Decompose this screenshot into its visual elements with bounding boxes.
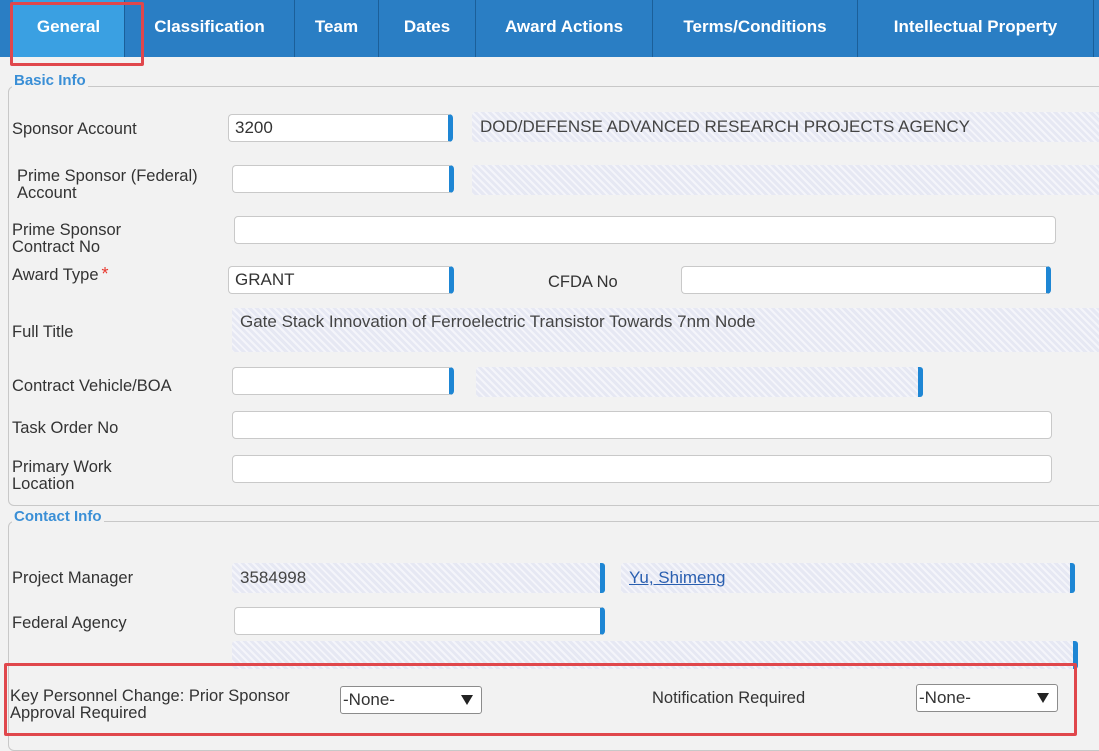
task-order-label: Task Order No	[12, 419, 119, 437]
tab-classification[interactable]: Classification	[125, 0, 295, 57]
contact-info-legend: Contact Info	[12, 508, 104, 525]
project-manager-id: 3584998	[232, 563, 605, 593]
project-manager-name: Yu, Shimeng	[621, 563, 1075, 593]
federal-agency-input[interactable]	[234, 607, 605, 635]
award-type-input[interactable]: GRANT	[228, 266, 454, 294]
contract-vehicle-input[interactable]	[232, 367, 454, 395]
award-type-label: Award Type *	[12, 264, 109, 284]
federal-agency-label: Federal Agency	[12, 614, 127, 632]
prime-sponsor-account-input[interactable]	[232, 165, 454, 193]
tab-dates[interactable]: Dates	[379, 0, 476, 57]
contract-vehicle-name	[476, 367, 923, 397]
key-personnel-label: Key Personnel Change: Prior Sponsor Appr…	[10, 687, 290, 722]
tab-terms-conditions[interactable]: Terms/Conditions	[653, 0, 858, 57]
chevron-down-icon	[461, 695, 473, 705]
notification-required-label: Notification Required	[652, 689, 806, 707]
project-manager-link[interactable]: Yu, Shimeng	[629, 568, 725, 588]
tab-intellectual-property[interactable]: Intellectual Property	[858, 0, 1094, 57]
sponsor-account-name: DOD/DEFENSE ADVANCED RESEARCH PROJECTS A…	[472, 112, 1099, 142]
prime-sponsor-contract-input[interactable]	[234, 216, 1056, 244]
basic-info-section	[8, 86, 1099, 506]
full-title-value: Gate Stack Innovation of Ferroelectric T…	[232, 308, 1099, 352]
contract-vehicle-label: Contract Vehicle/BOA	[12, 377, 172, 395]
project-manager-label: Project Manager	[12, 569, 134, 587]
task-order-input[interactable]	[232, 411, 1052, 439]
required-indicator: *	[101, 264, 109, 284]
prime-sponsor-account-name	[472, 165, 1099, 195]
key-personnel-select[interactable]: -None-	[340, 686, 482, 714]
federal-agency-name	[232, 641, 1078, 669]
chevron-down-icon	[1037, 693, 1049, 703]
sponsor-account-input[interactable]: 3200	[228, 114, 453, 142]
tab-general[interactable]: General	[13, 0, 125, 57]
cfda-no-label: CFDA No	[548, 273, 618, 291]
tab-team[interactable]: Team	[295, 0, 379, 57]
notification-required-select[interactable]: -None-	[916, 684, 1058, 712]
cfda-no-input[interactable]	[681, 266, 1051, 294]
primary-work-location-input[interactable]	[232, 455, 1052, 483]
tab-award-actions[interactable]: Award Actions	[476, 0, 653, 57]
sponsor-account-label: Sponsor Account	[12, 120, 137, 138]
prime-sponsor-account-label: Prime Sponsor (Federal) Account	[17, 167, 198, 202]
tab-bar: General Classification Team Dates Award …	[0, 0, 1099, 57]
primary-work-location-label: Primary Work Location	[12, 458, 112, 493]
prime-sponsor-contract-label: Prime Sponsor Contract No	[12, 221, 122, 256]
full-title-label: Full Title	[12, 323, 74, 341]
basic-info-legend: Basic Info	[12, 72, 88, 89]
